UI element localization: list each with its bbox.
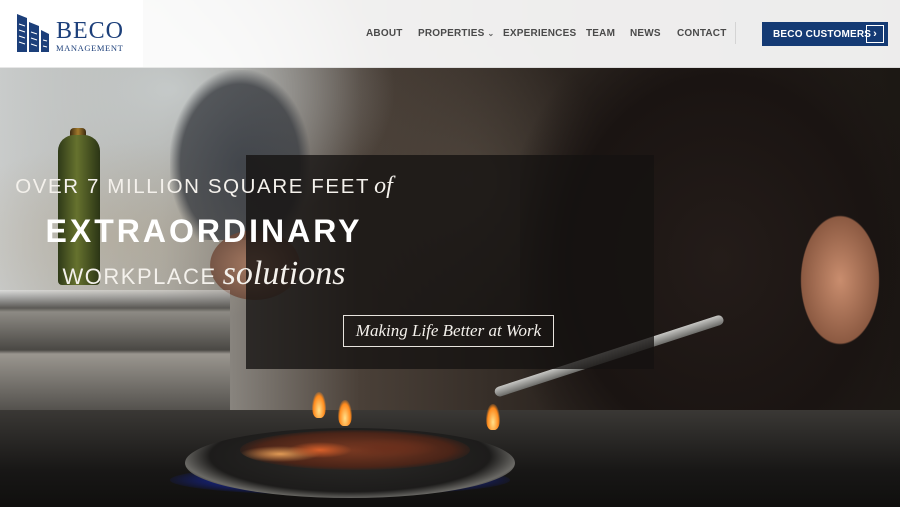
hero-line-3: WORKPLACE solutions: [0, 255, 408, 293]
chevron-down-icon: ⌄: [487, 29, 495, 38]
nav-item-about[interactable]: ABOUT: [366, 28, 403, 39]
flame: [338, 400, 352, 426]
hero-tagline: Making Life Better at Work: [355, 321, 542, 340]
flame: [312, 392, 326, 418]
tagline-box: Making Life Better at Work: [343, 315, 554, 347]
nav-item-news[interactable]: NEWS: [630, 28, 661, 39]
nav-item-properties[interactable]: PROPERTIES ⌄: [418, 28, 494, 39]
beco-customers-label: BECO CUSTOMERS: [773, 28, 872, 40]
hero-line-1: OVER 7 MILLION SQUARE FEET of: [0, 173, 408, 200]
hero-line-1-italic: of: [374, 173, 393, 199]
building-logo-icon: [15, 10, 51, 54]
beco-customers-button[interactable]: BECO CUSTOMERS ›: [762, 22, 888, 46]
chef-arm: [780, 190, 900, 370]
hero-headline: EXTRAORDINARY: [45, 213, 363, 249]
nav-item-experiences[interactable]: EXPERIENCES: [503, 28, 576, 39]
logo-link[interactable]: BECO MANAGEMENT: [0, 0, 143, 67]
logo-text: BECO MANAGEMENT: [56, 18, 125, 53]
hero-line-3-caps: WORKPLACE: [62, 264, 217, 289]
site-header: BECO MANAGEMENT ABOUT PROPERTIES ⌄ EXPERI…: [0, 0, 900, 68]
hero-line-1-caps: OVER 7 MILLION SQUARE FEET: [15, 175, 371, 198]
hero-line-3-italic: solutions: [222, 255, 346, 292]
brand-subtitle: MANAGEMENT: [56, 43, 124, 53]
nav-item-team[interactable]: TEAM: [586, 28, 615, 39]
steel-pans: [0, 290, 230, 430]
brand-name: BECO: [56, 18, 125, 44]
food-in-pan: [240, 430, 470, 470]
nav-item-properties-label: PROPERTIES: [418, 28, 485, 39]
flame: [486, 404, 500, 430]
nav-item-contact[interactable]: CONTACT: [677, 28, 727, 39]
chevron-right-icon: ›: [866, 25, 884, 43]
nav-divider: [735, 22, 736, 44]
